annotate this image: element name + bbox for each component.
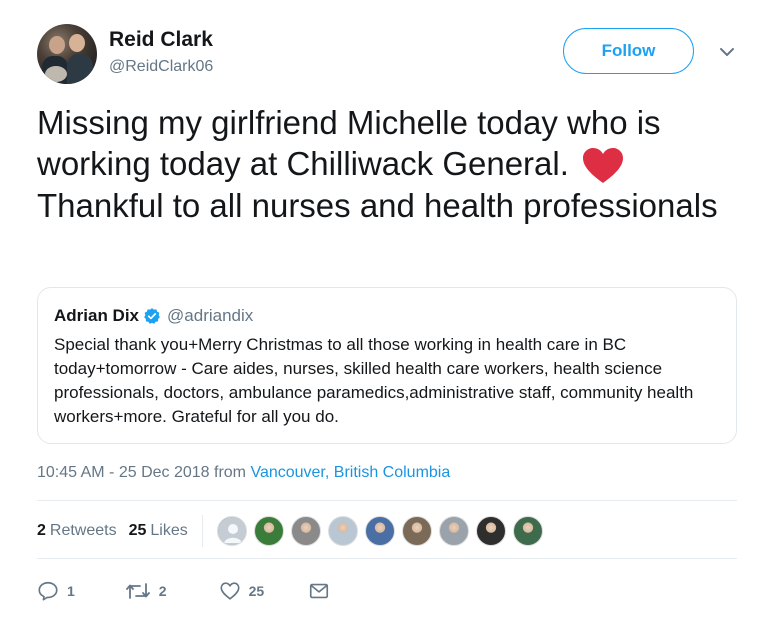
like-count: 25 — [248, 583, 265, 599]
direct-message-button[interactable] — [308, 580, 330, 602]
likes-count[interactable]: 25 — [129, 522, 147, 540]
retweets-label[interactable]: Retweets — [50, 522, 117, 540]
likes-label[interactable]: Likes — [150, 522, 187, 540]
user-name[interactable]: Reid Clark — [109, 28, 213, 52]
reply-icon — [38, 581, 58, 601]
liker-avatar[interactable] — [512, 516, 543, 546]
tweet-text-main: Missing my girlfriend Michelle today who… — [37, 104, 661, 182]
liker-avatar[interactable] — [216, 516, 247, 546]
likers-avatars — [216, 516, 550, 546]
liker-avatar[interactable] — [475, 516, 506, 546]
divider — [37, 500, 737, 501]
liker-avatar[interactable] — [401, 516, 432, 546]
tweet-text: Missing my girlfriend Michelle today who… — [37, 102, 737, 226]
quoted-user-handle: @adriandix — [167, 306, 254, 325]
tweet-location-link[interactable]: Vancouver, British Columbia — [250, 464, 450, 481]
tweet-actions: 1 2 25 — [37, 578, 330, 604]
divider — [37, 558, 737, 559]
liker-avatar[interactable] — [364, 516, 395, 546]
retweets-count[interactable]: 2 — [37, 522, 46, 540]
follow-button[interactable]: Follow — [563, 28, 694, 74]
retweet-count: 2 — [158, 583, 167, 599]
reply-button[interactable]: 1 — [37, 580, 75, 602]
like-button[interactable]: 25 — [219, 580, 265, 602]
verified-badge-icon — [144, 308, 160, 324]
quoted-tweet-text: Special thank you+Merry Christmas to all… — [54, 335, 694, 426]
liker-avatar[interactable] — [438, 516, 469, 546]
engagement-stats: 2 Retweets 25 Likes — [37, 515, 550, 547]
tweet-header: Reid Clark @ReidClark06 Follow — [37, 22, 743, 84]
user-avatar[interactable] — [37, 24, 97, 84]
liker-avatar[interactable] — [253, 516, 284, 546]
chevron-down-icon[interactable] — [717, 42, 737, 62]
heart-emoji-icon — [583, 148, 624, 184]
liker-avatar[interactable] — [327, 516, 358, 546]
retweet-icon — [125, 583, 150, 599]
liker-avatar[interactable] — [290, 516, 321, 546]
quoted-tweet[interactable]: Adrian Dix @adriandix Special thank you+… — [37, 287, 737, 444]
reply-count: 1 — [67, 583, 75, 599]
tweet-time[interactable]: 10:45 AM - 25 Dec 2018 from — [37, 464, 250, 481]
user-handle[interactable]: @ReidClark06 — [109, 58, 213, 76]
tweet-text-rest: Thankful to all nurses and health profes… — [37, 187, 718, 225]
heart-outline-icon — [220, 582, 240, 600]
quoted-tweet-header: Adrian Dix @adriandix — [54, 306, 253, 326]
tweet-timestamp: 10:45 AM - 25 Dec 2018 from Vancouver, B… — [37, 464, 450, 482]
stats-divider — [201, 515, 203, 547]
envelope-icon — [310, 583, 329, 599]
quoted-user-name: Adrian Dix — [54, 306, 140, 325]
retweet-button[interactable]: 2 — [125, 580, 167, 602]
